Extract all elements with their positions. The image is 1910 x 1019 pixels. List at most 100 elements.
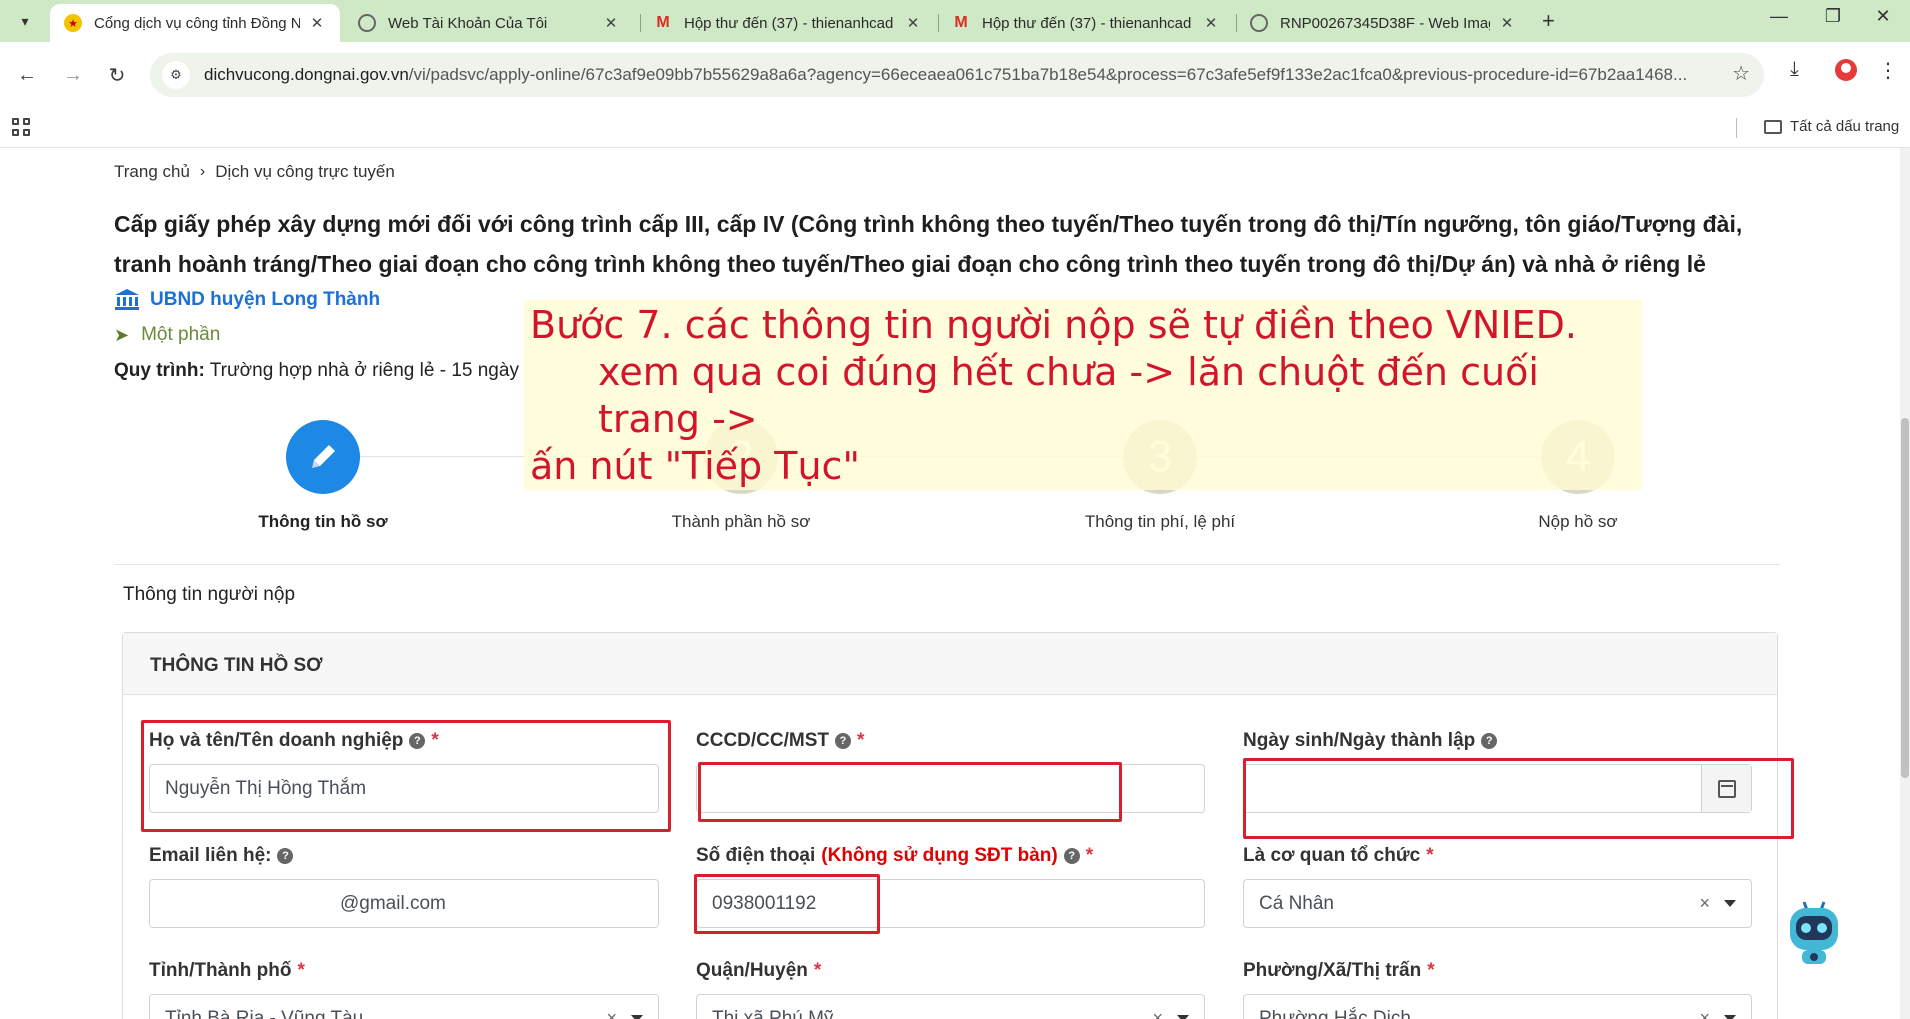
highlight-box-fullname (141, 720, 671, 832)
tab-search-button[interactable]: ▾ (10, 6, 40, 36)
close-icon[interactable]: ✕ (1498, 14, 1516, 32)
step-2-label: Thành phần hồ sơ (671, 512, 811, 531)
breadcrumb-home[interactable]: Trang chủ (114, 162, 190, 182)
site-settings-icon[interactable]: ⚙ (162, 61, 190, 89)
dob-label: Ngày sinh/Ngày thành lập? (1243, 730, 1498, 752)
gmail-icon: M (954, 14, 968, 31)
tab-gmail-1[interactable]: M Hộp thư đến (37) - thienanhcad ✕ (640, 4, 936, 42)
clear-icon[interactable]: × (606, 1008, 617, 1019)
address-bar[interactable]: ⚙ dichvucong.dongnai.gov.vn/vi/padsvc/ap… (150, 53, 1764, 97)
bookmark-separator (1736, 118, 1737, 138)
profile-avatar[interactable] (1834, 58, 1858, 88)
folder-icon (1764, 119, 1782, 134)
ward-select[interactable]: Phường Hắc Dịch × (1243, 994, 1752, 1019)
tab-gmail-2[interactable]: M Hộp thư đến (37) - thienanhcad ✕ (938, 4, 1234, 42)
annotation-line-2: xem qua coi đúng hết chưa -> lăn chuột đ… (598, 350, 1539, 441)
close-icon[interactable]: ✕ (1202, 14, 1220, 32)
highlight-box-dob (1243, 758, 1794, 839)
email-label: Email liên hệ:? (149, 845, 294, 867)
breadcrumb-current[interactable]: Dịch vụ công trực tuyến (215, 162, 395, 182)
close-icon[interactable]: ✕ (904, 14, 922, 32)
province-label: Tỉnh/Thành phố * (149, 960, 305, 981)
id-number-label: CCCD/CC/MST? * (696, 730, 865, 751)
caret-down-icon[interactable] (1177, 1015, 1189, 1019)
help-icon[interactable]: ? (277, 848, 294, 864)
gmail-icon: M (656, 14, 670, 31)
annotation-line-1: Bước 7. các thông tin người nộp sẽ tự đi… (530, 303, 1577, 347)
browser-toolbar: ← → ↻ ⚙ dichvucong.dongnai.gov.vn/vi/pad… (0, 42, 1910, 108)
required-marker: * (1426, 845, 1434, 866)
globe-icon (358, 14, 376, 32)
chevron-right-icon: › (199, 163, 206, 180)
apps-grid-icon[interactable] (12, 118, 32, 138)
forward-button[interactable]: → (56, 58, 90, 92)
chevron-right-badge-icon: ➤ (114, 324, 130, 345)
arrow-right-icon: → (63, 63, 83, 86)
required-marker: * (1427, 960, 1435, 981)
ward-label: Phường/Xã/Thị trấn * (1243, 960, 1435, 981)
caret-down-icon[interactable] (1724, 900, 1736, 907)
highlight-box-phone (694, 874, 880, 934)
tab-dichvucong[interactable]: ★ Cổng dịch vụ công tỉnh Đồng Nai ✕ (50, 4, 340, 42)
required-marker: * (857, 730, 865, 751)
caret-down-icon[interactable] (631, 1015, 643, 1019)
org-label: Là cơ quan tổ chức * (1243, 845, 1434, 866)
tab-strip: ▾ ★ Cổng dịch vụ công tỉnh Đồng Nai ✕ We… (0, 0, 1910, 42)
help-icon[interactable]: ? (835, 733, 851, 749)
globe-icon (1250, 14, 1268, 32)
minimize-button[interactable]: — (1764, 6, 1794, 27)
section-divider (114, 564, 1780, 565)
bookmarks-bar: Tất cả dấu trang (0, 108, 1910, 148)
help-icon[interactable]: ? (1063, 848, 1080, 864)
phone-label: Số điện thoại (Không sử dụng SĐT bàn)? * (696, 845, 1094, 866)
procedure-process: Quy trình: Trường hợp nhà ở riêng lẻ - 1… (114, 360, 519, 381)
pencil-icon (312, 445, 335, 468)
district-label: Quận/Huyện * (696, 960, 822, 981)
annotation-line-3: ấn nút "Tiếp Tục" (530, 444, 860, 488)
required-marker: * (297, 960, 305, 981)
step-1-circle[interactable] (286, 420, 360, 494)
step-4-label: Nộp hồ sơ (1538, 512, 1618, 531)
tab-web-account[interactable]: Web Tài Khoản Của Tôi ✕ (344, 4, 634, 42)
province-select[interactable]: Tỉnh Bà Rịa - Vũng Tàu × (149, 994, 659, 1019)
bank-icon (115, 289, 139, 310)
agency-link[interactable]: UBND huyện Long Thành (114, 288, 380, 312)
required-marker: * (1085, 845, 1094, 866)
scrollbar-thumb[interactable] (1901, 418, 1909, 778)
reload-icon: ↻ (108, 64, 126, 87)
tutorial-annotation: Bước 7. các thông tin người nộp sẽ tự đi… (524, 300, 1642, 490)
chatbot-robot-icon[interactable] (1782, 896, 1846, 972)
district-select[interactable]: Thị xã Phú Mỹ × (696, 994, 1205, 1019)
back-button[interactable]: ← (10, 58, 44, 92)
org-select[interactable]: Cá Nhân × (1243, 879, 1752, 928)
tab-web-image[interactable]: RNP00267345D38F - Web Image ✕ (1236, 4, 1530, 42)
email-input[interactable]: @gmail.com (149, 879, 659, 928)
close-icon[interactable]: ✕ (308, 14, 326, 32)
vn-emblem-icon: ★ (64, 14, 82, 32)
procedure-title: Cấp giấy phép xây dựng mới đối với công … (114, 211, 1743, 277)
required-marker: * (813, 960, 822, 981)
reload-button[interactable]: ↻ (100, 58, 134, 92)
page-content: Trang chủ › Dịch vụ công trực tuyến Cấp … (0, 148, 1910, 1019)
all-bookmarks-button[interactable]: Tất cả dấu trang (1764, 118, 1899, 135)
close-icon[interactable]: ✕ (602, 14, 620, 32)
url-text[interactable]: dichvucong.dongnai.gov.vn/vi/padsvc/appl… (204, 65, 1744, 85)
help-icon[interactable]: ? (1481, 733, 1498, 749)
clear-icon[interactable]: × (1152, 1008, 1163, 1019)
card-title: THÔNG TIN HỒ SƠ (123, 633, 1777, 695)
step-1-label: Thông tin hồ sơ (258, 512, 388, 531)
caret-down-icon[interactable] (1724, 1015, 1736, 1019)
close-window-button[interactable]: ✕ (1868, 6, 1898, 27)
service-level: ➤ Một phần (114, 324, 221, 345)
restore-button[interactable]: ❐ (1818, 6, 1848, 27)
download-icon[interactable]: ⤓ (1790, 58, 1799, 81)
step-3-label: Thông tin phí, lệ phí (1084, 512, 1236, 531)
clear-icon[interactable]: × (1699, 1008, 1710, 1019)
new-tab-button[interactable]: + (1542, 8, 1555, 34)
page-scrollbar[interactable] (1900, 148, 1910, 1019)
bookmark-star-icon[interactable]: ☆ (1732, 61, 1750, 86)
arrow-left-icon: ← (17, 63, 37, 86)
chevron-down-icon: ▾ (21, 12, 29, 29)
clear-icon[interactable]: × (1699, 893, 1710, 914)
menu-kebab-icon[interactable]: ⋮ (1878, 58, 1898, 83)
